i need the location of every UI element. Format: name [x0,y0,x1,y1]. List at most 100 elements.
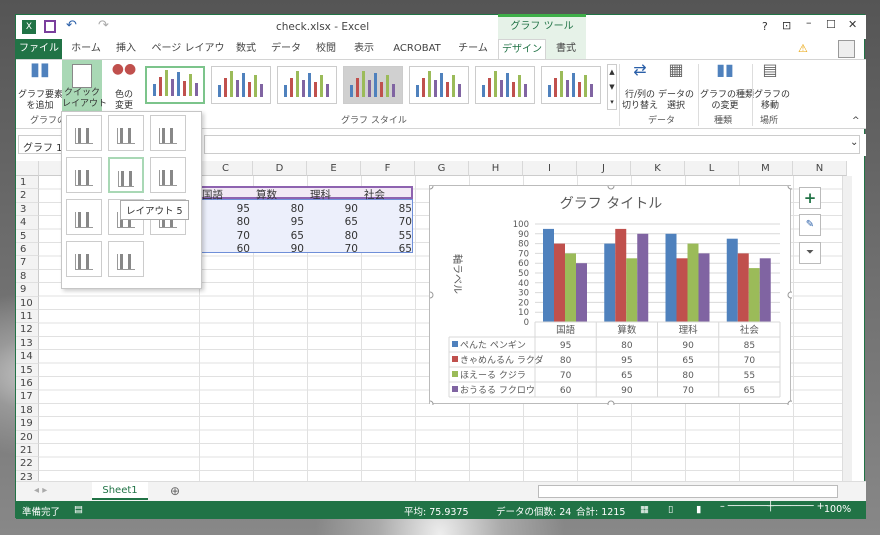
row-header[interactable]: 1 [16,176,39,190]
tab-home[interactable]: ホーム [66,39,106,59]
chart-elements-button[interactable]: + [799,187,821,209]
layout-option-6[interactable] [150,157,186,193]
chart-style-1[interactable] [145,66,205,104]
bar[interactable] [698,253,710,322]
cell-value[interactable]: 70 [307,243,361,256]
chart-style-6[interactable] [475,66,535,104]
row-header[interactable]: 15 [16,363,39,377]
tab-format[interactable]: 書式 [546,39,586,59]
select-all[interactable] [16,161,39,176]
row-header[interactable]: 12 [16,323,39,337]
bar[interactable] [604,243,616,322]
row-header[interactable]: 11 [16,310,39,324]
row-header[interactable]: 2 [16,189,39,203]
zoom-level[interactable]: 100% [824,504,851,515]
row-header[interactable]: 17 [16,390,39,404]
warning-icon[interactable]: ⚠ [798,42,808,55]
user-avatar[interactable] [838,40,855,58]
cell-value[interactable]: 55 [361,230,415,243]
chart-filter-icon[interactable]: ⏷ [799,242,821,264]
bar[interactable] [576,263,587,322]
resize-handle[interactable] [607,400,615,408]
tab-team[interactable]: チーム [452,39,494,59]
row-header[interactable]: 16 [16,377,39,391]
row-header[interactable]: 5 [16,229,39,243]
tab-acrobat[interactable]: ACROBAT [390,39,444,59]
cell-header[interactable]: 算数 [253,189,307,202]
resize-handle[interactable] [787,400,795,408]
bar[interactable] [687,243,699,322]
column-header[interactable]: D [253,161,307,176]
row-header[interactable]: 19 [16,417,39,431]
column-header[interactable]: C [199,161,253,176]
column-header[interactable]: J [577,161,631,176]
y-axis-title[interactable]: 軸ラベル [451,254,464,294]
tab-formulas[interactable]: 数式 [230,39,262,59]
chart[interactable]: グラフ タイトル 軸ラベル 0 10 20 30 40 50 60 70 80 90 100 国語 算数 理科… [426,182,795,408]
column-header[interactable]: M [739,161,793,176]
vertical-scrollbar[interactable] [842,176,852,481]
row-header[interactable]: 22 [16,457,39,471]
bar[interactable] [554,243,565,322]
bar[interactable] [759,258,771,322]
help-button[interactable]: ? [762,20,768,33]
bar[interactable] [615,228,627,322]
tab-insert[interactable]: 挿入 [108,39,144,59]
tab-page-layout[interactable]: ページ レイアウト [150,39,226,74]
row-header[interactable]: 14 [16,350,39,364]
layout-option-5[interactable] [108,157,144,193]
resize-handle[interactable] [787,291,795,299]
bar[interactable] [637,233,649,322]
zoom-slider[interactable]: – ───────┼─────── + [720,501,825,512]
undo-icon[interactable]: ↶ [66,18,77,33]
change-chart-type-button[interactable]: ▮▮ グラフの種類 の変更 [700,62,754,112]
cell-value[interactable]: 90 [307,203,361,216]
resize-handle[interactable] [426,291,434,299]
bar[interactable] [726,238,738,322]
bar[interactable] [626,258,638,322]
maximize-button[interactable]: ☐ [826,18,836,31]
bar[interactable] [665,233,677,322]
select-data-button[interactable]: ▦ データの 選択 [658,62,694,112]
minimize-button[interactable]: – [806,16,812,29]
chart-title[interactable]: グラフ タイトル [560,196,662,212]
save-icon[interactable] [44,20,56,33]
page-layout-view-icon[interactable]: ▯ [668,504,673,515]
close-button[interactable]: ✕ [848,18,857,31]
layout-option-1[interactable] [66,115,102,151]
ribbon-display-button[interactable]: ⊡ [782,19,791,32]
bar[interactable] [543,228,554,322]
chart-style-5[interactable] [409,66,469,104]
cell-header[interactable]: 理科 [307,189,361,202]
row-header[interactable]: 4 [16,216,39,230]
macro-record-icon[interactable]: ▤ [74,504,83,515]
change-colors-button[interactable]: ●● 色の 変更 [106,62,142,112]
cell-value[interactable]: 95 [199,203,253,216]
horizontal-scrollbar[interactable] [538,485,838,498]
sheet-nav-arrows[interactable]: ◂ ▸ [34,485,47,496]
resize-handle[interactable] [607,182,615,190]
cell-value[interactable]: 80 [253,203,307,216]
add-chart-element-button[interactable]: ▮▮ グラフ要素 を追加 [18,61,63,112]
cell-value[interactable]: 70 [199,230,253,243]
cell-value[interactable]: 80 [199,216,253,229]
row-header[interactable]: 8 [16,269,39,284]
column-header[interactable]: K [631,161,685,176]
new-sheet-button[interactable]: ⊕ [170,484,180,498]
cell-value[interactable]: 60 [199,243,253,256]
row-header[interactable]: 3 [16,202,39,217]
tab-review[interactable]: 校閲 [310,39,342,59]
layout-option-10[interactable] [66,241,102,277]
resize-handle[interactable] [787,182,795,190]
layout-option-11[interactable] [108,241,144,277]
column-header[interactable]: L [685,161,739,176]
bar[interactable] [565,253,576,322]
row-header[interactable]: 9 [16,283,39,297]
cell-value[interactable]: 85 [361,203,415,216]
gallery-scroll[interactable]: ▲ ▼ ▾ [607,64,617,110]
column-header[interactable]: H [469,161,523,176]
row-header[interactable]: 23 [16,470,39,481]
cell-value[interactable]: 70 [361,216,415,229]
row-header[interactable]: 21 [16,444,39,458]
cell-value[interactable]: 80 [307,230,361,243]
